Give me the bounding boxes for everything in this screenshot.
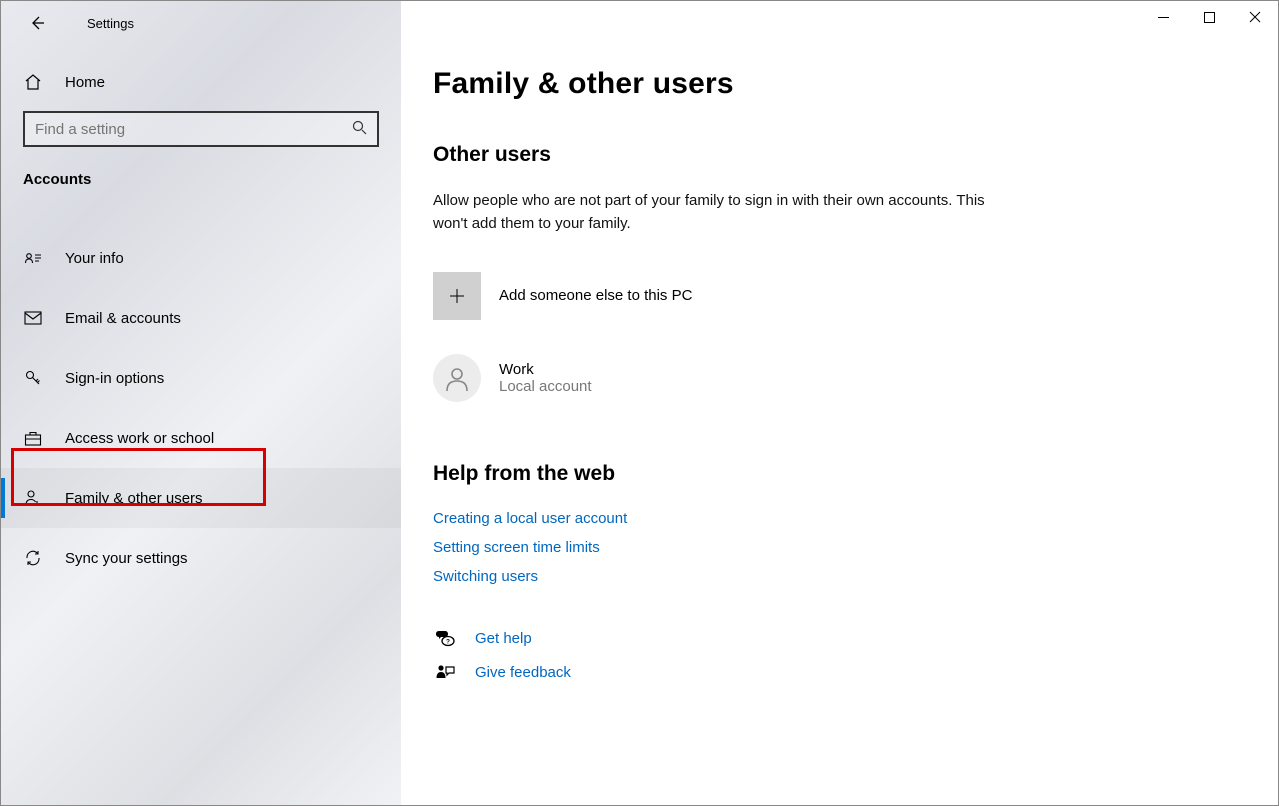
maximize-button[interactable]: [1186, 1, 1232, 33]
window-title: Settings: [87, 16, 134, 31]
briefcase-icon: [23, 430, 43, 446]
give-feedback-link[interactable]: Give feedback: [475, 664, 571, 681]
plus-icon: [433, 272, 481, 320]
nav-email-accounts[interactable]: Email & accounts: [1, 288, 401, 348]
help-link-local-account[interactable]: Creating a local user account: [433, 510, 1278, 527]
user-name: Work: [499, 361, 592, 378]
person-plus-icon: [23, 489, 43, 507]
add-user-button[interactable]: Add someone else to this PC: [433, 272, 1278, 320]
give-feedback-row[interactable]: Give feedback: [433, 663, 1278, 683]
section-header: Accounts: [1, 171, 401, 210]
get-help-row[interactable]: ? Get help: [433, 629, 1278, 649]
help-link-switching-users[interactable]: Switching users: [433, 568, 1278, 585]
back-button[interactable]: [23, 9, 51, 37]
window-controls: [1140, 1, 1278, 33]
user-type: Local account: [499, 378, 592, 395]
avatar: [433, 354, 481, 402]
user-meta: Work Local account: [499, 361, 592, 395]
title-bar: Settings: [1, 1, 401, 45]
feedback-icon: [433, 663, 457, 683]
home-icon: [23, 73, 43, 91]
key-icon: [23, 369, 43, 387]
search-input[interactable]: [35, 121, 334, 138]
svg-text:?: ?: [446, 638, 450, 645]
minimize-button[interactable]: [1140, 1, 1186, 33]
nav-label: Sign-in options: [65, 370, 164, 387]
home-label: Home: [65, 74, 105, 91]
nav-label: Email & accounts: [65, 310, 181, 327]
close-button[interactable]: [1232, 1, 1278, 33]
chat-help-icon: ?: [433, 629, 457, 649]
nav-access-work-school[interactable]: Access work or school: [1, 408, 401, 468]
mail-icon: [23, 311, 43, 325]
user-account-row[interactable]: Work Local account: [433, 354, 1278, 402]
search-box[interactable]: [23, 111, 379, 147]
nav-sync-settings[interactable]: Sync your settings: [1, 528, 401, 588]
sidebar: Settings Home Accounts Your info Email &…: [1, 1, 401, 805]
other-users-heading: Other users: [433, 143, 1278, 167]
nav-label: Access work or school: [65, 430, 214, 447]
search-icon: [352, 120, 367, 139]
nav-label: Sync your settings: [65, 550, 188, 567]
search-container: [1, 111, 401, 171]
nav-label: Family & other users: [65, 490, 203, 507]
nav-signin-options[interactable]: Sign-in options: [1, 348, 401, 408]
nav-your-info[interactable]: Your info: [1, 228, 401, 288]
add-user-label: Add someone else to this PC: [499, 287, 692, 304]
other-users-description: Allow people who are not part of your fa…: [433, 189, 993, 236]
nav-family-other-users[interactable]: Family & other users: [1, 468, 401, 528]
main-content: Family & other users Other users Allow p…: [401, 1, 1278, 805]
nav-list: Your info Email & accounts Sign-in optio…: [1, 210, 401, 805]
person-card-icon: [23, 250, 43, 266]
help-heading: Help from the web: [433, 462, 1278, 486]
home-nav[interactable]: Home: [1, 45, 401, 111]
sync-icon: [23, 549, 43, 567]
nav-label: Your info: [65, 250, 124, 267]
help-link-screen-time[interactable]: Setting screen time limits: [433, 539, 1278, 556]
get-help-link[interactable]: Get help: [475, 630, 532, 647]
